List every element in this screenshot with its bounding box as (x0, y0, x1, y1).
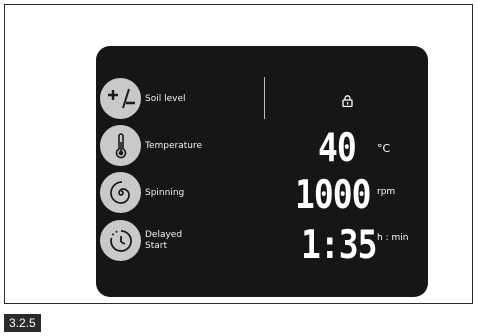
temperature-readout: 40 (318, 124, 357, 171)
temperature-label: Temperature (145, 141, 203, 151)
spin-unit: rpm (377, 187, 396, 197)
delay-readout: 1:35 (301, 221, 377, 268)
temperature-button[interactable] (100, 125, 141, 166)
display-divider (264, 77, 265, 119)
clock-icon (109, 229, 132, 252)
spinning-button[interactable] (100, 172, 141, 213)
thermometer-icon (115, 132, 126, 158)
delayed-start-label: Delayed Start (145, 230, 183, 251)
section-number: 3.2.5 (4, 314, 41, 332)
soil-level-label: Soil level (145, 94, 186, 104)
spin-readout: 1000 (295, 171, 371, 218)
plus-minus-icon (107, 88, 135, 108)
delayed-start-button[interactable] (100, 220, 141, 261)
spiral-icon (109, 180, 130, 204)
control-panel: Soil level Temperature Spinning Delayed … (96, 46, 428, 297)
spinning-label: Spinning (145, 188, 185, 198)
delay-unit: h : min (377, 233, 409, 243)
lock-icon (342, 95, 353, 107)
soil-level-button[interactable] (100, 78, 141, 119)
temperature-unit: °C (377, 142, 391, 155)
